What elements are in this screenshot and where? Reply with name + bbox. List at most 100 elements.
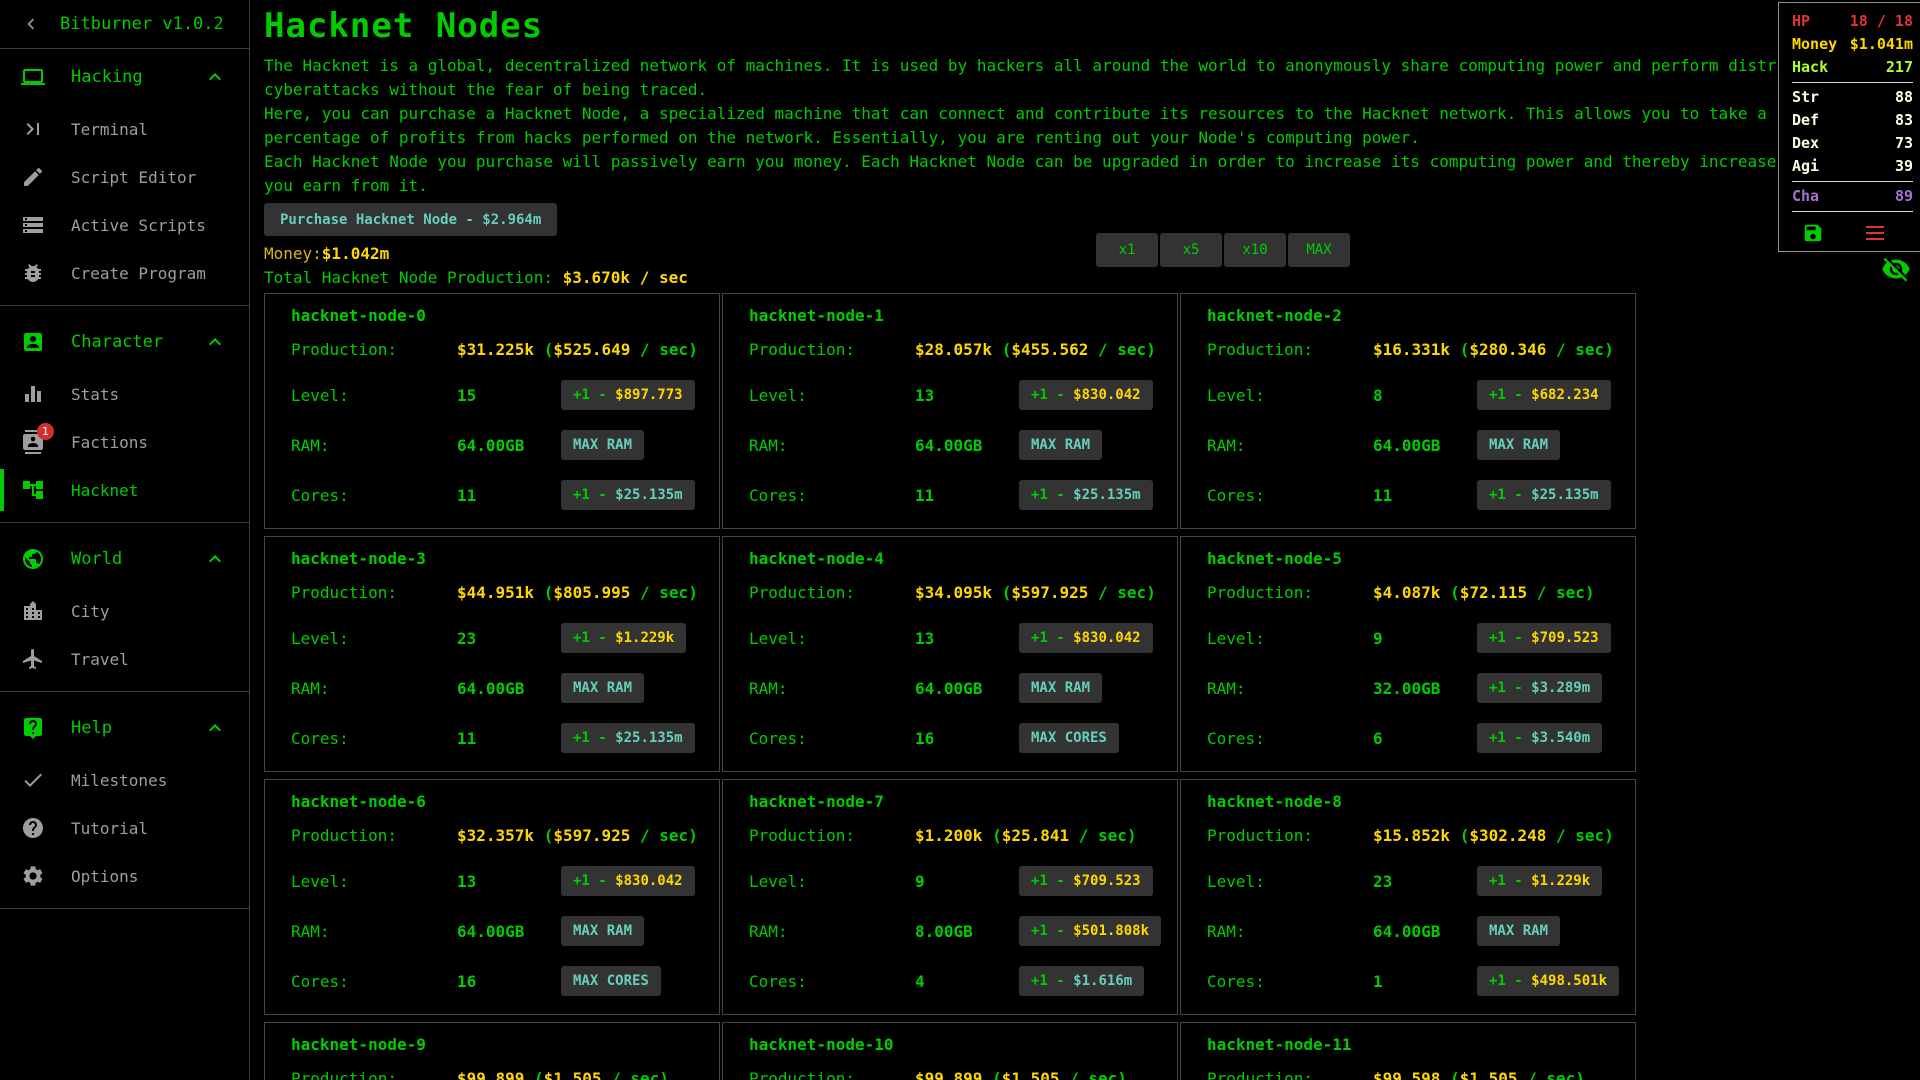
max-ram-button[interactable]: MAX RAM: [1019, 430, 1102, 460]
upgrade-level--button[interactable]: +1 - $830.042: [1019, 623, 1153, 653]
max-ram-button[interactable]: MAX RAM: [1477, 916, 1560, 946]
sidebar-section-world[interactable]: World: [0, 531, 249, 587]
sidebar-item-tutorial[interactable]: Tutorial: [0, 804, 249, 852]
production-label: Production:: [291, 581, 457, 605]
stat-value: $1.041m: [1850, 33, 1913, 56]
max-ram-button[interactable]: MAX RAM: [561, 916, 644, 946]
sidebar-item-options[interactable]: Options: [0, 852, 249, 900]
sidebar-item-hacknet[interactable]: Hacknet: [0, 466, 249, 514]
sidebar-item-travel[interactable]: Travel: [0, 635, 249, 683]
row-label: Level:: [1207, 872, 1373, 891]
multiplier-button-x10[interactable]: x10: [1224, 233, 1286, 267]
upgrade-cores--button[interactable]: +1 - $25.135m: [561, 480, 695, 510]
max-ram-button[interactable]: MAX RAM: [561, 430, 644, 460]
upgrade-price: $25.135m: [1531, 487, 1598, 503]
hide-overlay-button[interactable]: [1881, 254, 1911, 284]
hacknet-node-card: hacknet-node-5Production:$4.087k ($72.11…: [1180, 536, 1636, 772]
stat-label: Money: [1792, 33, 1837, 56]
production-total: $99.899: [915, 1069, 982, 1080]
collapse-sidebar-button[interactable]: [20, 13, 42, 35]
upgrade-level--button[interactable]: +1 - $897.773: [561, 380, 695, 410]
max-ram-button[interactable]: MAX RAM: [1019, 673, 1102, 703]
sidebar-section-label: Character: [71, 332, 163, 352]
sidebar-item-active-scripts[interactable]: Active Scripts: [0, 201, 249, 249]
production-rate: $72.115: [1460, 583, 1527, 602]
money-value: $1.042m: [322, 244, 389, 263]
sidebar-section-label: Hacking: [71, 67, 143, 87]
purchase-hacknet-node-button[interactable]: Purchase Hacknet Node - $2.964m: [264, 203, 557, 236]
save-game-button[interactable]: [1802, 222, 1824, 244]
stat-label: Cha: [1792, 185, 1819, 208]
production-total: $28.057k: [915, 340, 992, 359]
sidebar-item-create-program[interactable]: Create Program: [0, 249, 249, 297]
upgrade-level--button[interactable]: +1 - $682.234: [1477, 380, 1611, 410]
upgrade-cores--button[interactable]: +1 - $25.135m: [1477, 480, 1611, 510]
sidebar-item-terminal[interactable]: Terminal: [0, 105, 249, 153]
sidebar-item-stats[interactable]: Stats: [0, 370, 249, 418]
stat-value: 217: [1886, 56, 1913, 79]
production-label: Production:: [749, 1067, 915, 1080]
node-level--row: Level:9+1 - $709.523: [749, 856, 1165, 906]
check-icon: [21, 768, 45, 792]
row-label: RAM:: [749, 436, 915, 455]
row-value: 11: [1373, 486, 1477, 505]
upgrade-cores--button[interactable]: +1 - $25.135m: [1019, 480, 1153, 510]
sidebar-item-label: Travel: [71, 650, 129, 669]
node-name: hacknet-node-3: [291, 549, 707, 569]
upgrade-cores--button[interactable]: +1 - $1.616m: [1019, 966, 1144, 996]
production-total: $1.200k: [915, 826, 982, 845]
row-value: 13: [457, 872, 561, 891]
hacknet-node-card: hacknet-node-1Production:$28.057k ($455.…: [722, 293, 1178, 529]
upgrade-level--button[interactable]: +1 - $709.523: [1019, 866, 1153, 896]
sidebar-section-character[interactable]: Character: [0, 314, 249, 370]
upgrade-cores--button[interactable]: +1 - $498.501k: [1477, 966, 1619, 996]
multiplier-button-max[interactable]: MAX: [1288, 233, 1350, 267]
sidebar-item-milestones[interactable]: Milestones: [0, 756, 249, 804]
sidebar-section-help[interactable]: Help: [0, 700, 249, 756]
production-label: Production:: [749, 338, 915, 362]
max-cores-button[interactable]: MAX CORES: [561, 966, 661, 996]
production-rate: $1.505: [1460, 1069, 1518, 1080]
node-name: hacknet-node-2: [1207, 306, 1623, 326]
help-bubble-icon: [21, 716, 45, 740]
overlay-divider: [1792, 82, 1913, 83]
upgrade-price: $3.540m: [1531, 730, 1590, 746]
stat-label: Dex: [1792, 132, 1819, 155]
upgrade-level--button[interactable]: +1 - $1.229k: [1477, 866, 1602, 896]
row-label: RAM:: [1207, 436, 1373, 455]
city-icon: [21, 599, 45, 623]
sidebar-section-hacking[interactable]: Hacking: [0, 49, 249, 105]
upgrade-price: $1.616m: [1073, 973, 1132, 989]
upgrade-cores--button[interactable]: +1 - $25.135m: [561, 723, 695, 753]
row-label: Cores:: [749, 486, 915, 505]
production-total: $31.225k: [457, 340, 534, 359]
upgrade-price: $709.523: [1531, 630, 1598, 646]
row-label: RAM:: [1207, 922, 1373, 941]
stat-label: Hack: [1792, 56, 1828, 79]
node-production-row: Production:$99.899 ($1.505 / sec): [291, 1067, 707, 1080]
upgrade-level--button[interactable]: +1 - $709.523: [1477, 623, 1611, 653]
max-cores-button[interactable]: MAX CORES: [1019, 723, 1119, 753]
node-cores--row: Cores:11+1 - $25.135m: [291, 713, 707, 763]
hacknet-node-card: hacknet-node-4Production:$34.095k ($597.…: [722, 536, 1178, 772]
sidebar-item-factions[interactable]: 1Factions: [0, 418, 249, 466]
notification-badge: 1: [37, 423, 54, 440]
upgrade-level--button[interactable]: +1 - $830.042: [1019, 380, 1153, 410]
sidebar-item-script-editor[interactable]: Script Editor: [0, 153, 249, 201]
production-total: $32.357k: [457, 826, 534, 845]
production-total: $34.095k: [915, 583, 992, 602]
upgrade-cores--button[interactable]: +1 - $3.540m: [1477, 723, 1602, 753]
row-label: RAM:: [291, 922, 457, 941]
upgrade-level--button[interactable]: +1 - $1.229k: [561, 623, 686, 653]
sidebar-item-city[interactable]: City: [0, 587, 249, 635]
multiplier-button-x1[interactable]: x1: [1096, 233, 1158, 267]
max-ram-button[interactable]: MAX RAM: [561, 673, 644, 703]
upgrade-ram--button[interactable]: +1 - $501.808k: [1019, 916, 1161, 946]
max-ram-button[interactable]: MAX RAM: [1477, 430, 1560, 460]
node-production-row: Production:$99.899 ($1.505 / sec): [749, 1067, 1165, 1080]
upgrade-level--button[interactable]: +1 - $830.042: [561, 866, 695, 896]
node-level--row: Level:23+1 - $1.229k: [1207, 856, 1623, 906]
upgrade-ram--button[interactable]: +1 - $3.289m: [1477, 673, 1602, 703]
multiplier-button-x5[interactable]: x5: [1160, 233, 1222, 267]
red-lines-icon[interactable]: [1866, 222, 1884, 244]
